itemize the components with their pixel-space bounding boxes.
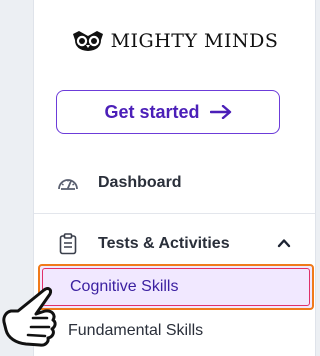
get-started-label: Get started: [104, 101, 200, 122]
brand-logo[interactable]: MIGHTY MINDS: [34, 26, 315, 56]
sidebar-subitem-label: Cognitive Skills: [70, 278, 179, 295]
sidebar-item-label: Dashboard: [98, 174, 182, 191]
sidebar-subitem-cognitive-skills[interactable]: Cognitive Skills: [38, 264, 314, 310]
sidebar: MIGHTY MINDS Get started Dashboard Tests…: [33, 0, 316, 356]
sidebar-item-tests-activities[interactable]: Tests & Activities: [34, 224, 315, 264]
get-started-button[interactable]: Get started: [56, 90, 280, 134]
owl-logo-icon: [72, 31, 103, 51]
chevron-up-icon[interactable]: [277, 236, 291, 250]
brand-name: MIGHTY MINDS: [110, 30, 279, 52]
arrow-right-icon: [209, 105, 231, 119]
gauge-icon: [56, 171, 80, 195]
sidebar-subitem-fundamental-skills[interactable]: Fundamental Skills: [68, 322, 203, 340]
sidebar-item-label: Tests & Activities: [98, 235, 230, 252]
divider: [34, 213, 315, 214]
sidebar-item-dashboard[interactable]: Dashboard: [34, 163, 315, 203]
clipboard-icon: [56, 232, 80, 256]
pointing-hand-cursor-icon: [2, 287, 57, 347]
